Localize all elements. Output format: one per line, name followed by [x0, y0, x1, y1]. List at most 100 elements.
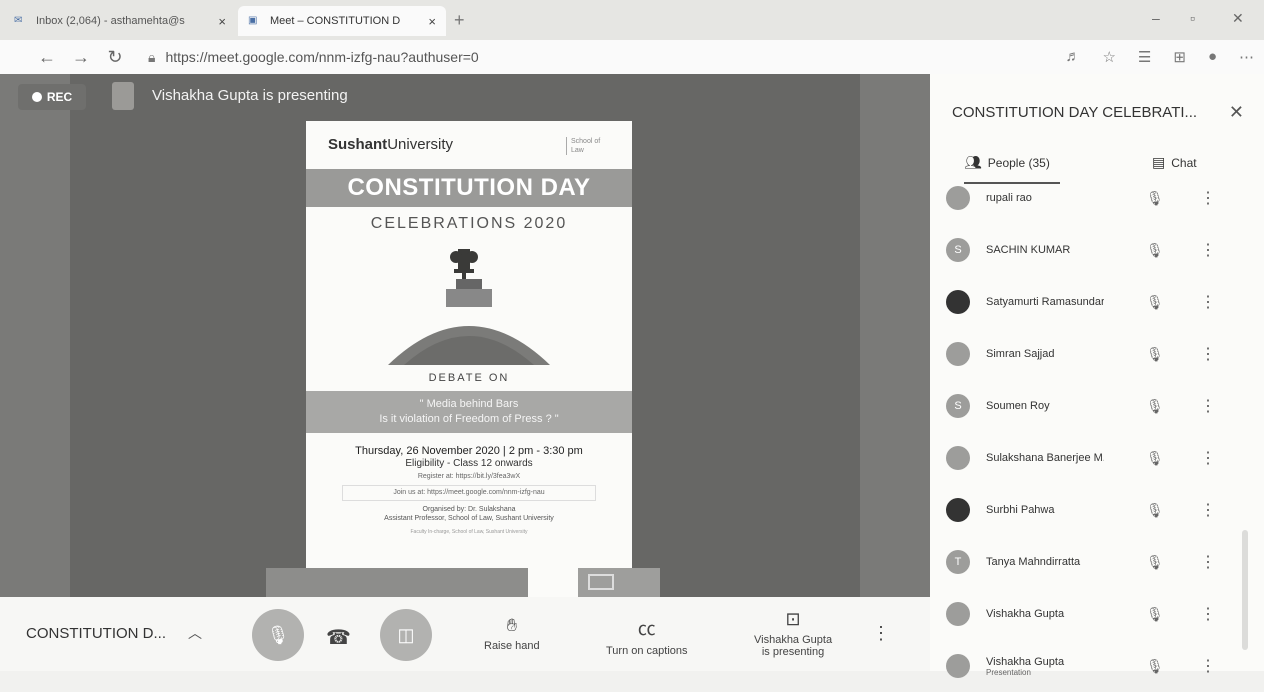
participant-name: rupali rao [986, 192, 1032, 204]
participant-thumbnail[interactable] [578, 568, 660, 597]
participant-name-block: rupali rao [986, 192, 1104, 204]
chevron-up-icon[interactable]: ︿ [188, 623, 202, 643]
list-item[interactable]: Vishakha Gupta 🎙︎ ⋮ [930, 588, 1264, 640]
avatar [946, 446, 970, 470]
list-item[interactable]: S SACHIN KUMAR 🎙︎ ⋮ [930, 224, 1264, 276]
mic-off-icon[interactable]: 🎙︎ [1146, 450, 1164, 467]
favorites-icon[interactable]: ☰ [1138, 48, 1151, 66]
close-tab-icon[interactable]: × [428, 14, 436, 29]
tab-inbox[interactable]: ✉ Inbox (2,064) - asthamehta@s × [4, 6, 236, 36]
raise-hand-label: Raise hand [484, 640, 540, 652]
join-link: Join us at: https://meet.google.com/nnm-… [342, 485, 596, 501]
more-options-icon[interactable]: ⋮ [1200, 240, 1216, 260]
more-options-icon[interactable]: ⋮ [1200, 656, 1216, 676]
people-panel: CONSTITUTION DAY CELEBRATI... ✕ 👥︎ Peopl… [930, 74, 1264, 678]
list-item[interactable]: T Tanya Mahndirratta 🎙︎ ⋮ [930, 536, 1264, 588]
more-options-icon[interactable]: ⋮ [1200, 292, 1216, 312]
organised-by: Organised by: Dr. Sulakshana [422, 506, 516, 513]
back-icon[interactable]: ← [30, 47, 64, 68]
mic-toggle-button[interactable]: 🎙︎ [252, 609, 304, 661]
presentation-stage: REC Vishakha Gupta is presenting Sushant… [0, 74, 930, 597]
participant-name: Satyamurti Ramasundar [986, 296, 1104, 308]
mic-off-icon[interactable]: 🎙︎ [1146, 658, 1164, 675]
event-poster: SushantUniversity School of Law CONSTITU… [306, 121, 632, 597]
captions-button[interactable]: ㏄ Turn on captions [606, 615, 688, 657]
more-options-icon[interactable]: ⋮ [1200, 500, 1216, 520]
mic-off-icon[interactable]: 🎙︎ [1146, 190, 1164, 207]
profile-icon[interactable]: ● [1208, 48, 1217, 66]
participant-name: Sulakshana Banerjee M... [986, 452, 1104, 464]
meeting-name[interactable]: CONSTITUTION D... [26, 625, 166, 642]
tab-chat[interactable]: ▤ Chat [1152, 154, 1197, 171]
mic-off-icon[interactable]: 🎙︎ [1146, 606, 1164, 623]
participant-thumbnail[interactable] [266, 568, 528, 597]
mic-off-icon[interactable]: 🎙︎ [1146, 346, 1164, 363]
list-item[interactable]: Surbhi Pahwa 🎙︎ ⋮ [930, 484, 1264, 536]
window-close-icon[interactable]: ✕ [1232, 10, 1244, 27]
participant-name: Tanya Mahndirratta [986, 556, 1081, 568]
tab-meet[interactable]: ▣ Meet – CONSTITUTION D × [238, 6, 446, 36]
url-field[interactable]: https://meet.google.com/nnm-izfg-nau?aut… [165, 49, 478, 65]
more-options-icon[interactable]: ⋮ [1200, 344, 1216, 364]
chat-icon: ▤ [1152, 154, 1166, 170]
recording-badge: REC [18, 84, 86, 110]
more-icon[interactable]: ⋯ [1239, 48, 1254, 66]
list-item[interactable]: Sulakshana Banerjee M... 🎙︎ ⋮ [930, 432, 1264, 484]
list-item[interactable]: S Soumen Roy 🎙︎ ⋮ [930, 380, 1264, 432]
mic-off-icon[interactable]: 🎙︎ [1146, 502, 1164, 519]
logo-bold: Sushant [328, 136, 388, 153]
mic-off-icon[interactable]: 🎙︎ [1146, 242, 1164, 259]
panel-title: CONSTITUTION DAY CELEBRATI... [952, 104, 1198, 121]
more-options-icon[interactable]: ⋮ [1200, 396, 1216, 416]
tab-people[interactable]: 👥︎ People (35) [964, 154, 1050, 171]
participant-name-block: Simran Sajjad [986, 348, 1104, 360]
camera-toggle-button[interactable]: ◫ [380, 609, 432, 661]
participant-name-block: Sulakshana Banerjee M... [986, 452, 1104, 464]
mic-icon[interactable]: ♬ [1065, 48, 1080, 66]
avatar: T [946, 550, 970, 574]
mic-off-icon[interactable]: 🎙︎ [1146, 398, 1164, 415]
close-icon[interactable]: ✕ [1229, 102, 1244, 123]
fine-print: Faculty In-charge, School of Law, Sushan… [410, 529, 528, 535]
more-options-icon[interactable]: ⋮ [872, 623, 890, 644]
favorite-star-icon[interactable]: ☆ [1102, 48, 1115, 66]
captions-icon: ㏄ [637, 619, 656, 639]
avatar: S [946, 394, 970, 418]
browser-tab-bar: ✉ Inbox (2,064) - asthamehta@s × ▣ Meet … [0, 0, 1264, 40]
avatar [946, 342, 970, 366]
participant-name-block: SACHIN KUMAR [986, 244, 1104, 256]
refresh-icon[interactable]: ↻ [98, 47, 132, 68]
new-tab-button[interactable]: + [454, 10, 465, 31]
collections-icon[interactable]: ⊞ [1173, 48, 1186, 66]
mic-off-icon[interactable]: 🎙︎ [1146, 554, 1164, 571]
more-options-icon[interactable]: ⋮ [1200, 604, 1216, 624]
participant-name: Vishakha Gupta [986, 655, 1065, 668]
hang-up-icon[interactable]: ☎︎ [326, 625, 351, 650]
more-options-icon[interactable]: ⋮ [1200, 448, 1216, 468]
meeting-controls: CONSTITUTION D... ︿ 🎙︎ ☎︎ ◫ ✋︎ Raise han… [0, 597, 930, 671]
present-icon: ⊡ [785, 609, 801, 629]
school-label: School of Law [566, 137, 610, 155]
more-options-icon[interactable]: ⋮ [1200, 188, 1216, 208]
emblem-icon [450, 249, 478, 281]
poster-banner: CONSTITUTION DAY [306, 169, 632, 207]
list-item[interactable]: rupali rao 🎙︎ ⋮ [930, 172, 1264, 224]
forward-icon[interactable]: → [64, 47, 98, 68]
minimize-icon[interactable]: – [1152, 10, 1160, 26]
more-options-icon[interactable]: ⋮ [1200, 552, 1216, 572]
screen-icon [588, 574, 614, 590]
topic-line-2: Is it violation of Freedom of Press ? " [379, 413, 559, 425]
list-item[interactable]: Satyamurti Ramasundar 🎙︎ ⋮ [930, 276, 1264, 328]
participant-subtitle: Presentation [986, 667, 1031, 677]
mic-off-icon[interactable]: 🎙︎ [1146, 294, 1164, 311]
raise-hand-button[interactable]: ✋︎ Raise hand [484, 615, 540, 652]
present-now-button[interactable]: ⊡ Vishakha Gupta is presenting [754, 609, 832, 658]
list-item[interactable]: Simran Sajjad 🎙︎ ⋮ [930, 328, 1264, 380]
maximize-icon[interactable]: ▫ [1190, 10, 1195, 26]
close-tab-icon[interactable]: × [218, 14, 226, 29]
scrollbar[interactable] [1242, 530, 1248, 650]
captions-label: Turn on captions [606, 645, 688, 657]
gmail-icon: ✉ [14, 15, 23, 26]
avatar [946, 290, 970, 314]
list-item[interactable]: Vishakha Gupta Presentation 🎙︎ ⋮ [930, 640, 1264, 692]
